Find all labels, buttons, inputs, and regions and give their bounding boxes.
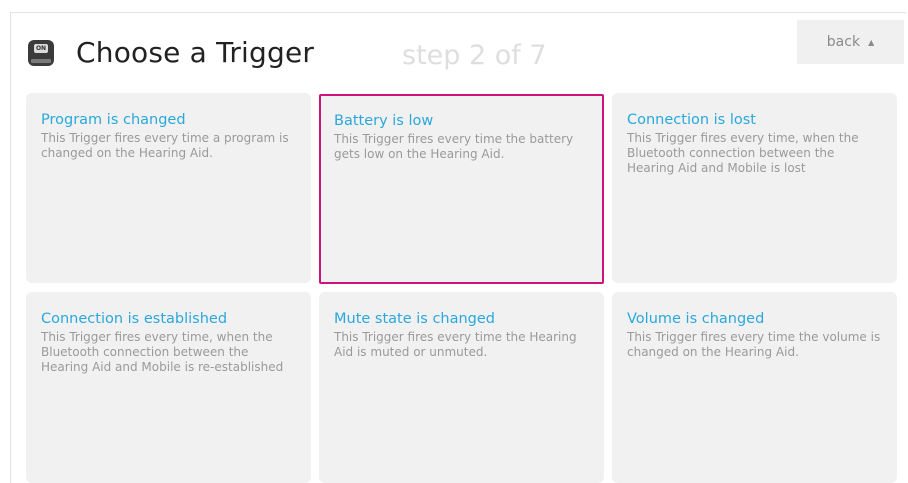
trigger-description: This Trigger fires every time the volume…	[627, 330, 881, 359]
app-icon-label: ON	[34, 43, 48, 53]
hearing-app-icon: ON	[28, 39, 54, 66]
trigger-card-mute-state-changed[interactable]: Mute state is changed This Trigger fires…	[319, 292, 604, 483]
trigger-description: This Trigger fires every time, when the …	[41, 330, 284, 374]
back-button-label: back	[826, 34, 861, 50]
page-title: Choose a Trigger	[76, 36, 315, 69]
trigger-card-volume-changed[interactable]: Volume is changed This Trigger fires eve…	[612, 292, 897, 483]
trigger-description: This Trigger fires every time a program …	[41, 131, 289, 160]
trigger-title: Connection is established	[41, 311, 228, 327]
trigger-description: This Trigger fires every time, when the …	[627, 131, 859, 175]
trigger-grid: Program is changed This Trigger fires ev…	[26, 93, 898, 483]
trigger-title: Mute state is changed	[334, 311, 496, 327]
caret-down-icon: ▲	[868, 37, 875, 47]
trigger-title: Battery is low	[334, 113, 434, 129]
back-button[interactable]: back ▲	[797, 20, 904, 64]
trigger-description: This Trigger fires every time the batter…	[334, 132, 574, 161]
trigger-card-connection-established[interactable]: Connection is established This Trigger f…	[26, 292, 311, 483]
trigger-title: Connection is lost	[627, 112, 756, 128]
trigger-description: This Trigger fires every time the Hearin…	[334, 330, 577, 359]
page-header: ON Choose a Trigger	[28, 36, 314, 69]
trigger-card-program-changed[interactable]: Program is changed This Trigger fires ev…	[26, 93, 311, 283]
trigger-card-connection-lost[interactable]: Connection is lost This Trigger fires ev…	[612, 93, 897, 283]
trigger-title: Program is changed	[41, 112, 186, 128]
step-indicator: step 2 of 7	[402, 40, 547, 71]
trigger-card-battery-low[interactable]: Battery is low This Trigger fires every …	[319, 94, 604, 284]
trigger-title: Volume is changed	[627, 311, 765, 327]
